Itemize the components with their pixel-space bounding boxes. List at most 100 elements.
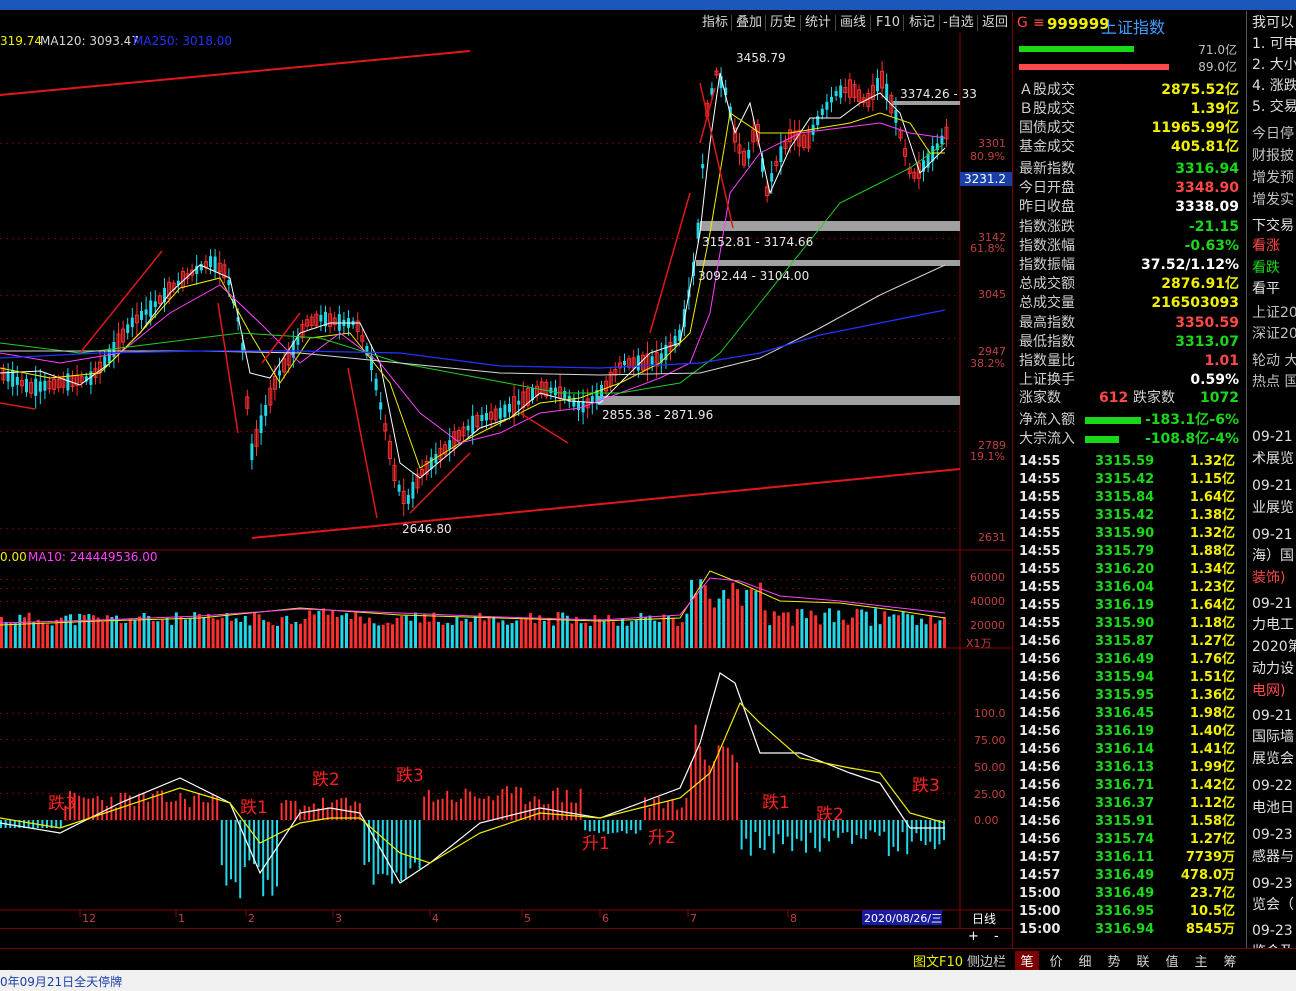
side-panel-item[interactable]: 09-21 2 (1252, 427, 1296, 447)
quote-tab[interactable]: 笔 (1015, 951, 1039, 970)
toolbar-back-button[interactable]: 返回 (982, 15, 1008, 31)
date-axis-label: 7 (690, 912, 697, 925)
side-panel-item[interactable]: 装饰) (1252, 568, 1285, 588)
zoom-in-button[interactable]: + (968, 929, 979, 944)
grid-dash (552, 820, 554, 821)
side-panel-item[interactable]: 1. 可申 (1252, 34, 1296, 54)
quote-tab[interactable]: 联 (1131, 951, 1155, 970)
side-panel-item[interactable]: 今日停 (1252, 124, 1294, 144)
side-panel-item[interactable]: 2. 大小 (1252, 55, 1296, 75)
side-panel-item[interactable]: 2020第 (1252, 637, 1296, 657)
grid-dash (906, 579, 908, 580)
up-count-label: 涨家数 (1019, 390, 1061, 406)
grid-dash (588, 338, 590, 339)
side-panel-item[interactable]: 海）国 (1252, 546, 1294, 566)
quote-tab[interactable]: 细 (1073, 951, 1097, 970)
macd-histogram-bar (400, 820, 403, 882)
grid-dash (204, 579, 206, 580)
toolbar-mark-button[interactable]: 标记 (909, 15, 935, 31)
side-panel[interactable]: 我可以1. 可申2. 大小4. 涨跌5. 交易今日停财报披增发预增发实下交易日看… (1246, 11, 1296, 970)
macd-axis-label: 0.00 (974, 814, 999, 827)
side-panel-item[interactable]: 看涨 (1252, 236, 1280, 256)
grid-dash (264, 588, 266, 589)
toolbar-f10-button[interactable]: F10 (876, 15, 900, 31)
side-panel-item[interactable]: 看跌 (1252, 258, 1280, 278)
grid-dash (216, 601, 218, 602)
grid-dash (510, 601, 512, 602)
grid-dash (0, 579, 2, 580)
grid-dash (438, 820, 440, 821)
side-panel-item[interactable]: 深证20 (1252, 324, 1296, 344)
grid-dash (78, 588, 80, 589)
side-panel-item[interactable]: 术展览 (1252, 449, 1294, 469)
quote-tab[interactable]: 值 (1160, 951, 1184, 970)
side-panel-item[interactable]: 财报披 (1252, 146, 1294, 166)
side-panel-item[interactable]: 力电工 (1252, 615, 1294, 635)
toolbar-history-button[interactable]: 历史 (770, 15, 796, 31)
grid-dash (474, 767, 476, 768)
side-panel-item[interactable]: 09-21 2 (1252, 525, 1296, 545)
candle-body-down (701, 164, 705, 169)
side-panel-item[interactable]: 4. 涨跌 (1252, 76, 1296, 96)
grid-dash (252, 431, 254, 432)
side-panel-item[interactable]: 上证20 (1252, 303, 1296, 323)
macd-histogram-bar (59, 820, 62, 828)
side-panel-item[interactable]: 下交易日 (1252, 216, 1296, 236)
side-panel-item[interactable]: 09-23 2 (1252, 874, 1296, 894)
side-panel-item[interactable]: 电网) (1252, 681, 1285, 701)
grid-dash (558, 820, 560, 821)
side-panel-item[interactable]: 看平 (1252, 279, 1280, 299)
side-panel-item[interactable]: 览会（ (1252, 895, 1294, 915)
side-panel-item[interactable]: 展览会 (1252, 749, 1294, 769)
side-panel-item[interactable]: 09-23 2 (1252, 921, 1296, 941)
side-panel-item[interactable]: 09-21 2 (1252, 706, 1296, 726)
side-panel-item[interactable]: 增发实 (1252, 190, 1294, 210)
f10-text-tab[interactable]: 图文F10 (913, 951, 963, 970)
side-panel-item[interactable]: 国际墙 (1252, 727, 1294, 747)
volume-bar (538, 615, 542, 648)
volume-bar (437, 621, 440, 648)
side-panel-item[interactable]: 感器与 (1252, 847, 1294, 867)
side-panel-item[interactable]: 热点 国 (1252, 372, 1296, 392)
side-panel-item[interactable]: 电池日 (1252, 798, 1294, 818)
zoom-out-button[interactable]: - (994, 929, 999, 944)
grid-dash (168, 338, 170, 339)
quote-tab[interactable]: 势 (1102, 951, 1126, 970)
grid-dash (426, 601, 428, 602)
side-panel-item[interactable]: 09-23 2 (1252, 825, 1296, 845)
macd-histogram-bar (552, 790, 554, 820)
grid-dash (552, 601, 554, 602)
side-panel-item[interactable]: 我可以 (1252, 13, 1294, 33)
toolbar-remove-favorite-button[interactable]: -自选 (943, 15, 974, 31)
grid-dash (924, 601, 926, 602)
toolbar-overlay-button[interactable]: 叠加 (736, 15, 762, 31)
quote-tab[interactable]: 筹 (1218, 951, 1242, 970)
kline-chart-area[interactable]: 319.74 MA120: 3093.47 MA250: 3018.00 345… (0, 33, 1012, 928)
side-panel-item[interactable]: 业展览 (1252, 498, 1294, 518)
grid-dash (240, 579, 242, 580)
toolbar-statistics-button[interactable]: 统计 (805, 15, 831, 31)
grid-dash (270, 713, 272, 714)
volume-bar (708, 598, 712, 648)
grid-dash (42, 431, 44, 432)
volume-bar (110, 617, 114, 648)
toolbar-indicator-button[interactable]: 指标 (702, 15, 728, 31)
toolbar-draw-line-button[interactable]: 画线 (840, 15, 866, 31)
side-panel-item[interactable]: 09-21 2 (1252, 594, 1296, 614)
quote-tab[interactable]: 价 (1044, 951, 1068, 970)
side-panel-item[interactable]: 09-22 2 (1252, 776, 1296, 796)
volume-bar (814, 615, 818, 648)
side-panel-item[interactable]: 轮动 大 (1252, 351, 1296, 371)
grid-dash (426, 820, 428, 821)
side-panel-item[interactable]: 动力设 (1252, 659, 1294, 679)
menu-icon[interactable]: ≡ (1033, 15, 1045, 31)
side-panel-item[interactable]: 增发预 (1252, 168, 1294, 188)
grid-dash (816, 238, 818, 239)
quote-tab[interactable]: 主 (1189, 951, 1213, 970)
side-panel-item[interactable]: 09-21 2 (1252, 476, 1296, 496)
side-panel-item[interactable]: 5. 交易 (1252, 97, 1296, 117)
grid-dash (702, 623, 704, 624)
grid-dash (282, 588, 284, 589)
grid-dash (876, 767, 878, 768)
sidebar-tab[interactable]: 侧边栏 (967, 951, 1006, 970)
